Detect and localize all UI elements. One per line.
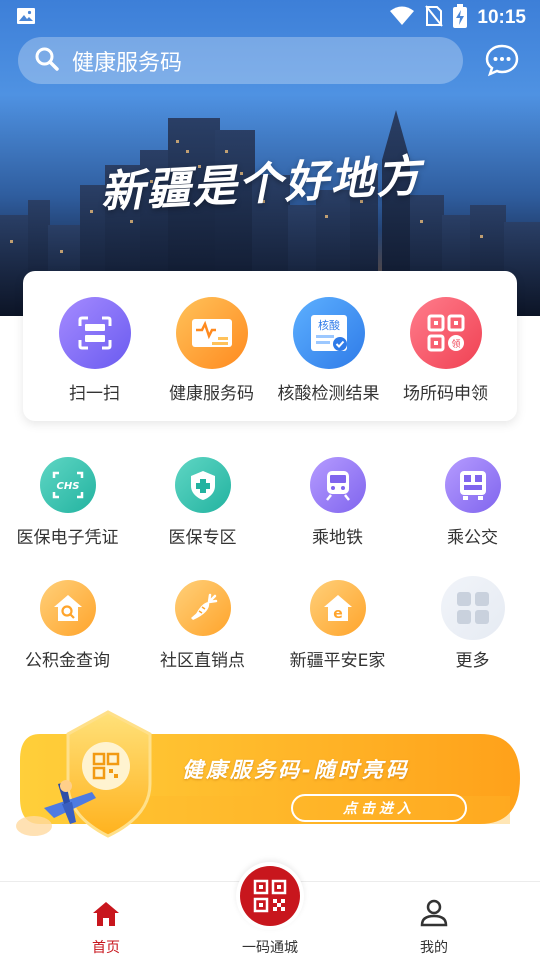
- search-placeholder: 健康服务码: [72, 50, 183, 76]
- service-metro[interactable]: 乘地铁: [270, 457, 405, 548]
- service-e-home[interactable]: e 新疆平安E家: [270, 580, 405, 671]
- clock: 10:15: [477, 7, 526, 28]
- venue-code-icon: 领: [409, 297, 482, 369]
- quick-action-nucleic[interactable]: 核酸 核酸检测结果: [270, 271, 387, 421]
- quick-actions-card: 扫一扫 健康服务码 核酸 核酸检测结果 领 场所码申领: [23, 271, 517, 421]
- qr-code-icon: [240, 866, 300, 926]
- tab-city-code-label: 一码通城: [242, 940, 298, 956]
- city-code-button[interactable]: [236, 862, 304, 930]
- metro-icon: [309, 457, 366, 513]
- service-label: 公积金查询: [25, 651, 110, 671]
- service-label: 新疆平安E家: [289, 651, 386, 671]
- services-row-1: CHS 医保电子凭证 医保专区 乘地铁 乘公交: [0, 457, 540, 548]
- services-row-2: 公积金查询 社区直销点 e 新疆平安E家 更多: [0, 576, 540, 671]
- status-bar: 10:15: [0, 0, 540, 36]
- service-medical-zone[interactable]: 医保专区: [135, 457, 270, 548]
- image-icon: [16, 6, 36, 30]
- user-icon: [419, 898, 449, 932]
- medical-shield-icon: [174, 457, 231, 513]
- health-card-icon: [175, 297, 248, 369]
- scan-icon: [58, 297, 131, 369]
- tab-home-label: 首页: [92, 940, 120, 956]
- service-housing-fund[interactable]: 公积金查询: [0, 580, 135, 671]
- svg-text:CHS: CHS: [56, 481, 79, 492]
- svg-text:领: 领: [451, 338, 460, 350]
- quick-action-scan[interactable]: 扫一扫: [36, 271, 153, 421]
- quick-action-label: 健康服务码: [169, 384, 254, 404]
- tab-mine[interactable]: 我的: [364, 882, 504, 960]
- home-icon: [92, 900, 120, 932]
- svg-text:核酸: 核酸: [318, 318, 340, 332]
- service-community-store[interactable]: 社区直销点: [135, 580, 270, 671]
- svg-text:e: e: [333, 606, 343, 622]
- service-chs-voucher[interactable]: CHS 医保电子凭证: [0, 457, 135, 548]
- health-code-promo-banner[interactable]: 健康服务码-随时亮码 点击进入: [10, 706, 530, 856]
- service-label: 乘地铁: [312, 528, 363, 548]
- promo-enter-button[interactable]: 点击进入: [291, 794, 467, 822]
- service-label: 乘公交: [447, 528, 498, 548]
- service-label: 社区直销点: [160, 651, 245, 671]
- tab-mine-label: 我的: [420, 940, 448, 956]
- airplane-mascot-icon: [16, 780, 96, 836]
- quick-action-label: 核酸检测结果: [277, 384, 380, 404]
- service-label: 医保专区: [168, 528, 237, 548]
- search-input[interactable]: 健康服务码: [18, 37, 463, 84]
- tab-home[interactable]: 首页: [36, 882, 176, 960]
- quick-action-label: 场所码申领: [403, 384, 488, 404]
- quick-action-label: 扫一扫: [69, 384, 120, 404]
- quick-action-health-code[interactable]: 健康服务码: [153, 271, 270, 421]
- hero-banner: 10:15 健康服务码 新疆是个好地方: [0, 0, 540, 316]
- wifi-icon: [389, 6, 415, 30]
- battery-charging-icon: [453, 4, 468, 32]
- service-bus[interactable]: 乘公交: [405, 457, 540, 548]
- promo-title: 健康服务码-随时亮码: [182, 758, 410, 782]
- quick-action-venue-code[interactable]: 领 场所码申领: [387, 271, 504, 421]
- no-sim-icon: [425, 5, 444, 31]
- nucleic-test-icon: 核酸: [292, 297, 365, 369]
- service-label: 更多: [455, 651, 490, 671]
- carrot-icon: [174, 580, 231, 636]
- chat-bubble-icon[interactable]: [484, 42, 520, 78]
- e-home-icon: e: [309, 580, 366, 636]
- bus-qr-icon: [444, 457, 501, 513]
- search-icon: [34, 46, 60, 76]
- more-grid-icon: [440, 576, 505, 640]
- chs-card-icon: CHS: [39, 457, 96, 513]
- service-more[interactable]: 更多: [405, 576, 540, 671]
- service-label: 医保电子凭证: [16, 528, 119, 548]
- housing-fund-icon: [39, 580, 96, 636]
